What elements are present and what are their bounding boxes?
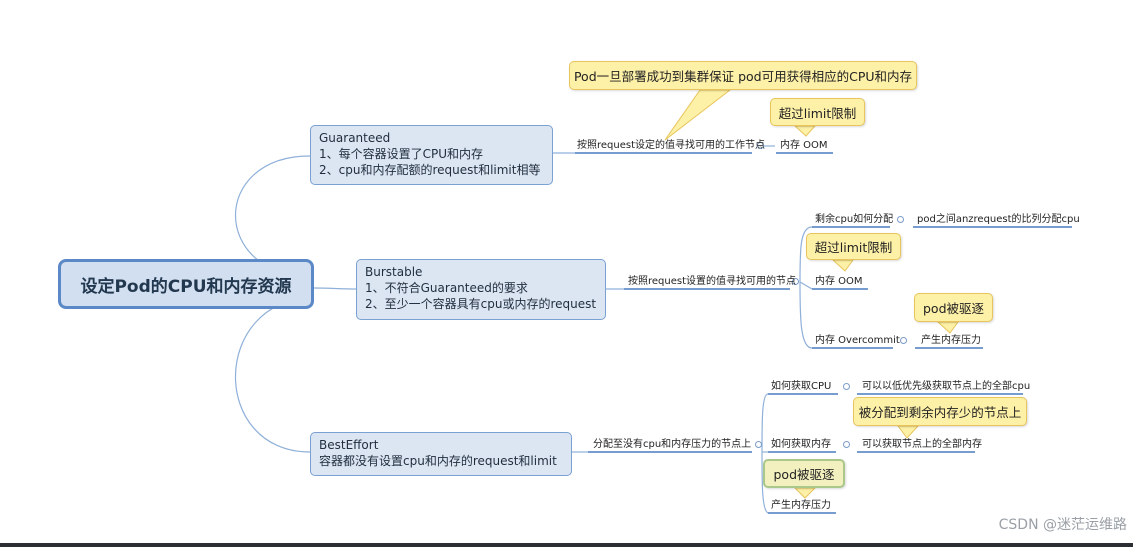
topic-line: 1、不符合Guaranteed的要求 bbox=[365, 281, 528, 295]
leaf-label[interactable]: 产生内存压力 bbox=[921, 334, 981, 347]
leaf-label[interactable]: 产生内存压力 bbox=[771, 499, 831, 512]
leaf-label[interactable]: 可以获取节点上的全部内存 bbox=[862, 438, 982, 451]
leaf-label[interactable]: 如何获取内存 bbox=[771, 438, 831, 451]
connector-besteffort bbox=[235, 296, 315, 453]
topic-burstable[interactable]: Burstable 1、不符合Guaranteed的要求 2、至少一个容器具有c… bbox=[356, 259, 606, 320]
leaf-label[interactable]: 内存 OOM bbox=[780, 139, 828, 152]
callout-note[interactable]: pod被驱逐 bbox=[914, 293, 993, 322]
leaf-label[interactable]: 内存 OOM bbox=[815, 275, 863, 288]
branch-label[interactable]: 按照request设置的值寻找可用的节点 bbox=[628, 275, 796, 288]
topic-line: 2、cpu和内存配额的request和limit相等 bbox=[319, 163, 541, 177]
topic-title: Guaranteed bbox=[319, 131, 391, 145]
topic-line: 2、至少一个容器具有cpu或内存的request bbox=[365, 297, 597, 311]
expand-circle-icon[interactable] bbox=[900, 337, 907, 344]
branch-label[interactable]: 按照request设定的值寻找可用的工作节点 bbox=[577, 139, 765, 152]
connector-burstable bbox=[313, 287, 357, 290]
bottom-bar bbox=[0, 543, 1133, 547]
topic-title: Burstable bbox=[365, 265, 423, 279]
expand-circle-icon[interactable] bbox=[843, 441, 850, 448]
root-topic[interactable]: 设定Pod的CPU和内存资源 bbox=[58, 259, 314, 309]
leaf-label[interactable]: 剩余cpu如何分配 bbox=[815, 213, 893, 226]
topic-besteffort[interactable]: BestEffort 容器都没有设置cpu和内存的request和limit bbox=[310, 432, 572, 476]
leaf-label[interactable]: 可以以低优先级获取节点上的全部cpu bbox=[862, 380, 1030, 393]
leaf-label[interactable]: 内存 Overcommit bbox=[815, 334, 900, 347]
expand-circle-icon[interactable] bbox=[897, 216, 904, 223]
leaf-label[interactable]: pod之间anzrequest的比列分配cpu bbox=[917, 213, 1080, 226]
leaf-label[interactable]: 如何获取CPU bbox=[771, 380, 831, 393]
topic-guaranteed[interactable]: Guaranteed 1、每个容器设置了CPU和内存 2、cpu和内存配额的re… bbox=[310, 125, 553, 185]
topic-line: 1、每个容器设置了CPU和内存 bbox=[319, 147, 484, 161]
callout-note[interactable]: 超过limit限制 bbox=[770, 98, 865, 126]
callout-note[interactable]: Pod一旦部署成功到集群保证 pod可用获得相应的CPU和内存 bbox=[569, 61, 917, 90]
topic-title: BestEffort bbox=[319, 438, 379, 452]
expand-circle-icon[interactable] bbox=[755, 441, 762, 448]
callout-note[interactable]: 被分配到剩余内存少的节点上 bbox=[853, 397, 1027, 426]
callout-tail-top bbox=[664, 89, 732, 141]
expand-circle-icon[interactable] bbox=[843, 383, 850, 390]
callout-note-selected[interactable]: pod被驱逐 bbox=[763, 459, 845, 488]
branch-label[interactable]: 分配至没有cpu和内存压力的节点上 bbox=[593, 438, 751, 451]
callout-note[interactable]: 超过limit限制 bbox=[806, 233, 901, 260]
topic-line: 容器都没有设置cpu和内存的request和limit bbox=[319, 454, 557, 468]
watermark: CSDN @迷茫运维路 bbox=[998, 517, 1127, 533]
